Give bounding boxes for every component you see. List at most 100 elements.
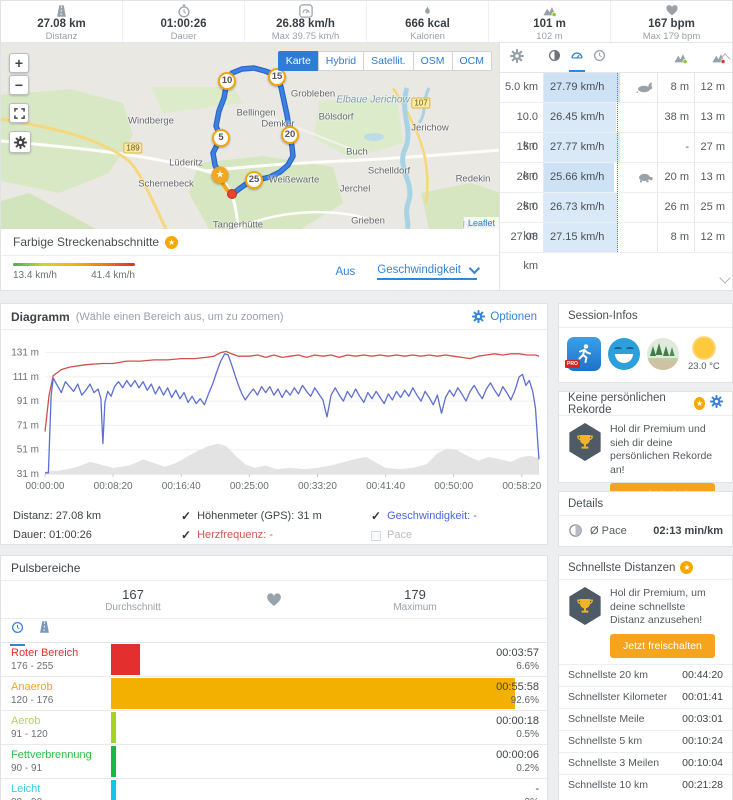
svg-text:00:16:40: 00:16:40 bbox=[162, 481, 201, 492]
km-marker[interactable]: 10 bbox=[218, 72, 236, 90]
zone-range: 90 - 91 bbox=[11, 762, 92, 775]
unlock-premium-button[interactable]: Jetzt freischalten bbox=[610, 634, 715, 658]
legend-speed-toggle[interactable]: ✓Geschwindigkeit: - bbox=[371, 507, 547, 526]
records-settings-button[interactable] bbox=[710, 395, 723, 413]
split-row[interactable]: 25.0 km26.73 km/h26 m25 m bbox=[500, 193, 732, 223]
zone-time: 00:00:06 bbox=[496, 748, 539, 762]
legend-pace-toggle[interactable]: Pace bbox=[371, 526, 547, 545]
splits-tab-pace[interactable] bbox=[548, 49, 561, 67]
fastest-distance-row[interactable]: Schnellste Meile00:03:01 bbox=[559, 708, 732, 730]
legend-label: Höhenmeter (GPS): 31 m bbox=[197, 507, 322, 526]
map-layer-button[interactable]: Hybrid bbox=[318, 51, 364, 71]
heart-icon bbox=[265, 592, 283, 608]
map-settings-button[interactable] bbox=[9, 131, 31, 153]
pulse-tab-duration[interactable] bbox=[11, 621, 24, 641]
splits-scroll-down[interactable] bbox=[719, 272, 730, 283]
fastest-distance-row[interactable]: Schnellster Kilometer00:01:41 bbox=[559, 686, 732, 708]
svg-text:00:41:40: 00:41:40 bbox=[366, 481, 405, 492]
split-speed-cell: 25.66 km/h bbox=[544, 163, 658, 192]
svg-text:00:00:00: 00:00:00 bbox=[26, 481, 65, 492]
flame-icon bbox=[367, 3, 488, 18]
map-layer-button[interactable]: OCM bbox=[452, 51, 493, 71]
map-zoom-out-button[interactable]: − bbox=[9, 75, 29, 95]
start-marker[interactable]: ★ bbox=[212, 167, 229, 184]
trophy-icon bbox=[568, 587, 602, 625]
split-row[interactable]: 20.0 km25.66 km/h20 m13 m bbox=[500, 163, 732, 193]
map-place-label: Grobleben bbox=[291, 89, 335, 100]
split-row[interactable]: 10.0 km26.45 km/h38 m13 m bbox=[500, 103, 732, 133]
diagram-distance: Distanz: 27.08 km bbox=[13, 507, 181, 526]
fastest-time: 00:21:28 bbox=[682, 779, 723, 791]
split-elevation-gain: 8 m bbox=[658, 73, 694, 102]
splits-tab-speed[interactable] bbox=[570, 49, 584, 67]
fastest-distance-row[interactable]: Schnellste 20 km00:44:20 bbox=[559, 664, 732, 686]
stat-value: 01:00:26 bbox=[123, 18, 244, 31]
km-marker[interactable]: 5 bbox=[212, 129, 230, 147]
sections-mode-dropdown[interactable]: Geschwindigkeit bbox=[377, 264, 477, 280]
splits-panel: 5.0 km27.79 km/h8 m12 m10.0 km26.45 km/h… bbox=[500, 43, 732, 290]
records-title: Keine persönlichen Rekorde bbox=[568, 392, 689, 416]
check-icon: ✓ bbox=[181, 507, 191, 526]
fastest-distance-row[interactable]: Schnellste 10 km00:21:28 bbox=[559, 774, 732, 796]
map-zoom-in-button[interactable]: + bbox=[9, 53, 29, 73]
splits-tab-duration[interactable] bbox=[593, 49, 606, 67]
split-speed-cell: 26.73 km/h bbox=[544, 193, 658, 222]
split-distance: 15.0 km bbox=[500, 133, 544, 162]
map-layer-button[interactable]: OSM bbox=[413, 51, 453, 71]
gear-icon bbox=[472, 310, 485, 323]
legend-elevation-toggle[interactable]: ✓ Höhenmeter (GPS): 31 m bbox=[181, 507, 371, 526]
split-speed-cell: 26.45 km/h bbox=[544, 103, 658, 132]
route-map[interactable]: WindbergeLüderitzBellingenDemkerGroblebe… bbox=[1, 43, 499, 229]
pulse-tab-distance[interactable] bbox=[38, 620, 51, 641]
fastest-distance-row[interactable]: Schnellste 3 Meilen00:10:04 bbox=[559, 752, 732, 774]
mood-icon[interactable] bbox=[608, 338, 640, 370]
split-row[interactable]: 27.08 km27.15 km/h8 m12 m bbox=[500, 223, 732, 253]
fullscreen-icon bbox=[14, 108, 25, 119]
session-chart[interactable]: 31 m51 m71 m91 m111 m131 m00:00:0000:08:… bbox=[1, 330, 547, 498]
split-elevation-loss: 13 m bbox=[694, 163, 732, 192]
pulse-average: 167 Durchschnitt bbox=[1, 587, 265, 613]
fastest-promo-text: Hol dir Premium, um deine schnellste Dis… bbox=[610, 587, 723, 628]
km-marker[interactable]: 20 bbox=[281, 126, 299, 144]
km-marker[interactable]: 25 bbox=[245, 171, 263, 189]
clock-icon bbox=[11, 621, 24, 634]
map-layer-button[interactable]: Karte bbox=[278, 51, 319, 71]
pulse-title: Pulsbereiche bbox=[11, 561, 80, 575]
fastest-title: Schnellste Distanzen bbox=[568, 562, 675, 574]
zone-values: -0% bbox=[525, 782, 539, 800]
session-info-card: Session-Infos PRO 23.0 °C bbox=[558, 303, 733, 383]
pulse-maximum-label: Maximum bbox=[283, 602, 547, 613]
pulse-maximum-value: 179 bbox=[283, 587, 547, 602]
zone-range: 176 - 255 bbox=[11, 660, 78, 673]
zone-values: 00:00:180.5% bbox=[496, 714, 539, 741]
zone-name: Anaerob bbox=[11, 680, 53, 694]
stat-value: 27.08 km bbox=[1, 18, 122, 31]
fastest-distance-row[interactable]: Schnellste 5 km00:10:24 bbox=[559, 730, 732, 752]
split-elevation-loss: 12 m bbox=[694, 223, 732, 252]
stat-calories: 666 kcal Kalorien bbox=[367, 1, 489, 42]
map-place-label: Elbaue Jerichow bbox=[336, 95, 409, 106]
sport-type-icon[interactable]: PRO bbox=[567, 337, 601, 371]
fastest-label: Schnellster Kilometer bbox=[568, 691, 682, 703]
diagram-options-button[interactable]: Optionen bbox=[472, 310, 537, 323]
colored-sections-panel: Farbige Streckenabschnitte ★ 13.4 km/h 4… bbox=[1, 229, 499, 289]
map-fullscreen-button[interactable] bbox=[9, 103, 29, 123]
sections-off-button[interactable]: Aus bbox=[335, 266, 355, 278]
fastest-label: Schnellste 5 km bbox=[568, 735, 682, 747]
zone-percent: 0.5% bbox=[496, 728, 539, 741]
zone-time: 00:55:58 bbox=[496, 680, 539, 694]
split-row[interactable]: 15.0 km27.77 km/h-27 m bbox=[500, 133, 732, 163]
fastest-label: Schnellste Meile bbox=[568, 713, 682, 725]
surface-icon[interactable] bbox=[647, 338, 679, 370]
split-row[interactable]: 5.0 km27.79 km/h8 m12 m bbox=[500, 73, 732, 103]
map-place-label: Jerchel bbox=[340, 184, 371, 195]
pulse-stats-row: 167 Durchschnitt 179 Maximum bbox=[1, 581, 547, 619]
map-attribution[interactable]: Leaflet bbox=[464, 217, 499, 229]
pace-value: 02:13 min/km bbox=[653, 525, 723, 537]
splits-settings-button[interactable] bbox=[510, 49, 524, 66]
svg-text:111 m: 111 m bbox=[13, 372, 39, 383]
legend-heartrate-toggle[interactable]: ✓Herzfrequenz: - bbox=[181, 526, 371, 545]
end-marker[interactable] bbox=[227, 189, 237, 199]
pro-badge: PRO bbox=[565, 360, 580, 368]
map-layer-button[interactable]: Satellit. bbox=[363, 51, 413, 71]
